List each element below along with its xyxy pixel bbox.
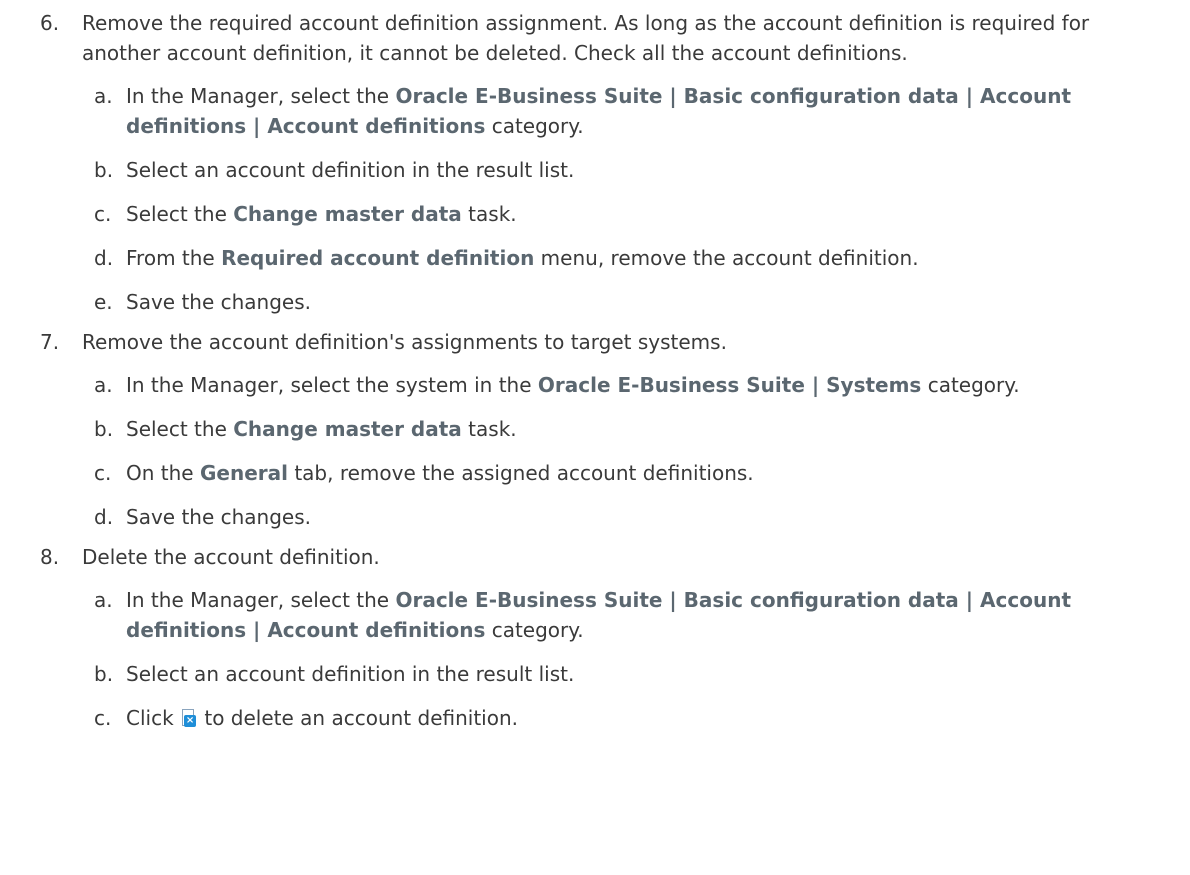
substep-text: Click × to delete an account definition.: [126, 706, 518, 730]
substep-letter: d.: [94, 246, 114, 270]
text-run: to delete an account definition.: [198, 706, 518, 730]
substep-item: a. In the Manager, select the system in t…: [88, 370, 1160, 400]
text-run: tab, remove the assigned account definit…: [287, 461, 754, 485]
text-run: In the Manager, select the: [126, 588, 396, 612]
step-item: 8. Delete the account definition. a. In the…: [40, 542, 1160, 733]
substep-text: On the General tab, remove the assigned …: [126, 461, 754, 485]
substep-item: a. In the Manager, select the Oracle E-Bu…: [88, 81, 1160, 141]
substep-text: Save the changes.: [126, 290, 311, 314]
text-run: Remove the required account definition a…: [82, 11, 1090, 65]
text-run: In the Manager, select the system in the: [126, 373, 538, 397]
substep-item: b. Select an account definition in the re…: [88, 155, 1160, 185]
substep-letter: e.: [94, 290, 113, 314]
substep-letter: c.: [94, 461, 112, 485]
bold-ui-term: Change master data: [233, 417, 462, 441]
substep-letter: a.: [94, 588, 113, 612]
text-run: menu, remove the account definition.: [534, 246, 919, 270]
text-run: Save the changes.: [126, 290, 312, 314]
bold-ui-term: Oracle E-Business Suite | Systems: [537, 373, 922, 397]
delete-x-badge: ×: [184, 715, 197, 727]
step-number: 8.: [40, 545, 60, 569]
text-run: Save the changes.: [126, 505, 312, 529]
numbered-step-list: 6. Remove the required account definition…: [40, 8, 1160, 733]
substep-text: Select the Change master data task.: [126, 417, 517, 441]
substep-letter: b.: [94, 662, 114, 686]
text-run: Select the: [126, 417, 234, 441]
substep-letter: a.: [94, 84, 113, 108]
substep-text: From the Required account definition men…: [126, 246, 919, 270]
substep-letter: d.: [94, 505, 114, 529]
substep-letter: b.: [94, 158, 114, 182]
substep-item: b. Select the Change master data task.: [88, 414, 1160, 444]
substep-text: Select the Change master data task.: [126, 202, 517, 226]
text-run: Delete the account definition.: [82, 545, 380, 569]
substep-letter: a.: [94, 373, 113, 397]
substep-item: d. Save the changes.: [88, 502, 1160, 532]
step-number: 6.: [40, 11, 60, 35]
step-text: Delete the account definition.: [82, 542, 1160, 572]
text-run: Select an account definition in the resu…: [126, 158, 575, 182]
substep-letter: b.: [94, 417, 114, 441]
bold-ui-term: General: [199, 461, 288, 485]
bold-ui-term: Change master data: [233, 202, 462, 226]
text-run: Remove the account definition's assignme…: [82, 330, 727, 354]
substep-text: Save the changes.: [126, 505, 311, 529]
substep-item: b. Select an account definition in the re…: [88, 659, 1160, 689]
substep-list: a. In the Manager, select the Oracle E-Bu…: [82, 585, 1160, 733]
step-text: Remove the required account definition a…: [82, 8, 1160, 68]
text-run: task.: [461, 202, 517, 226]
text-run: Select the: [126, 202, 234, 226]
document-page: 6. Remove the required account definition…: [0, 0, 1190, 875]
substep-text: In the Manager, select the Oracle E-Busi…: [126, 588, 1071, 642]
substep-text: In the Manager, select the Oracle E-Busi…: [126, 84, 1071, 138]
bold-ui-term: Required account definition: [221, 246, 535, 270]
text-run: On the: [126, 461, 200, 485]
substep-item: a. In the Manager, select the Oracle E-Bu…: [88, 585, 1160, 645]
substep-item: c. On the General tab, remove the assigne…: [88, 458, 1160, 488]
substep-letter: c.: [94, 706, 112, 730]
step-number: 7.: [40, 330, 60, 354]
substep-text: Select an account definition in the resu…: [126, 662, 574, 686]
text-run: category.: [921, 373, 1020, 397]
text-run: task.: [461, 417, 517, 441]
text-run: category.: [485, 114, 584, 138]
substep-text: Select an account definition in the resu…: [126, 158, 574, 182]
step-text: Remove the account definition's assignme…: [82, 327, 1160, 357]
text-run: Select an account definition in the resu…: [126, 662, 575, 686]
substep-item: e. Save the changes.: [88, 287, 1160, 317]
text-run: From the: [126, 246, 222, 270]
text-run: category.: [485, 618, 584, 642]
substep-text: In the Manager, select the system in the…: [126, 373, 1020, 397]
substep-list: a. In the Manager, select the system in t…: [82, 370, 1160, 532]
substep-list: a. In the Manager, select the Oracle E-Bu…: [82, 81, 1160, 317]
substep-item: d. From the Required account definition m…: [88, 243, 1160, 273]
delete-account-definition-icon: ×: [182, 709, 197, 727]
step-item: 6. Remove the required account definition…: [40, 8, 1160, 317]
text-run: In the Manager, select the: [126, 84, 396, 108]
step-item: 7. Remove the account definition's assign…: [40, 327, 1160, 532]
substep-item: c. Select the Change master data task.: [88, 199, 1160, 229]
substep-item: c. Click × to delete an account definitio…: [88, 703, 1160, 733]
substep-letter: c.: [94, 202, 112, 226]
text-run: Click: [126, 706, 181, 730]
